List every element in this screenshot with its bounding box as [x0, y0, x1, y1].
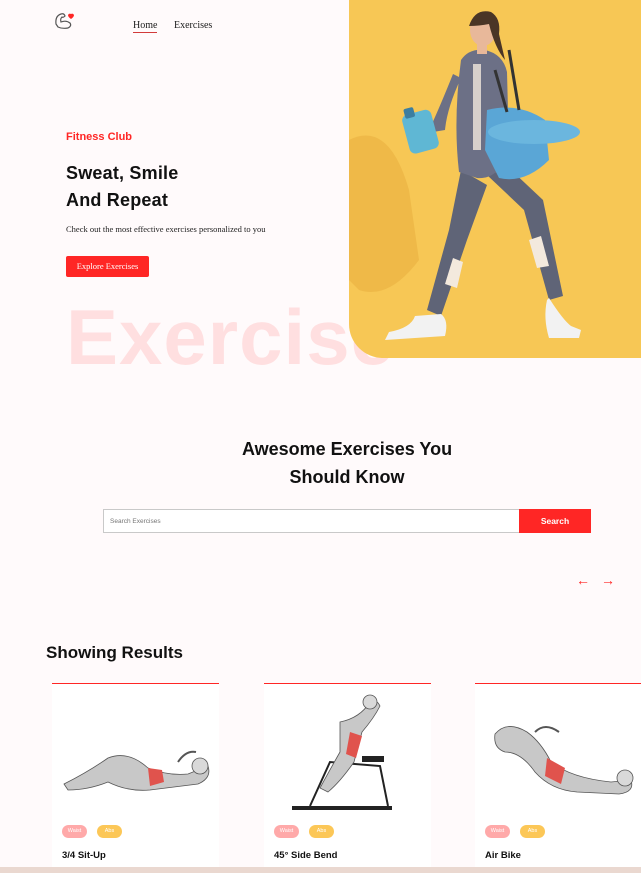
logo-icon[interactable] — [52, 10, 76, 32]
search-title-line2: Should Know — [289, 467, 405, 487]
exercise-card[interactable]: Waist Abs 3/4 Sit-Up — [52, 683, 219, 873]
tag-abs[interactable]: Abs — [309, 825, 334, 838]
arrow-right-icon[interactable]: → — [601, 573, 615, 587]
exercise-card[interactable]: Waist Abs 45° Side Bend — [264, 683, 431, 873]
hero-description: Check out the most effective exercises p… — [66, 224, 266, 234]
exercise-name: 3/4 Sit-Up — [62, 850, 106, 861]
tag-abs[interactable]: Abs — [97, 825, 122, 838]
exercise-name: 45° Side Bend — [274, 850, 338, 861]
search-title-line1: Awesome Exercises You — [241, 439, 453, 459]
search-input[interactable] — [103, 509, 520, 533]
woman-with-gym-bag-illustration — [349, 11, 581, 340]
hero-banner-image — [349, 0, 641, 358]
exercise-card[interactable]: Waist Abs Air Bike — [475, 683, 641, 873]
search-button[interactable]: Search — [519, 509, 591, 533]
nav-exercises-link[interactable]: Exercises — [174, 20, 212, 31]
tag-waist[interactable]: Waist — [485, 825, 510, 838]
bottom-scroll-bar — [0, 867, 641, 873]
hero-title-line2: And Repeat — [66, 190, 169, 210]
tag-waist[interactable]: Waist — [62, 825, 87, 838]
hero-title-line1: Sweat, Smile — [66, 163, 179, 183]
side-bend-illustration — [292, 694, 392, 810]
tag-waist[interactable]: Waist — [274, 825, 299, 838]
arrow-left-icon[interactable]: ← — [576, 573, 590, 587]
exercise-name: Air Bike — [485, 850, 521, 861]
tag-abs[interactable]: Abs — [520, 825, 545, 838]
hero-kicker: Fitness Club — [66, 131, 133, 143]
sit-up-illustration — [63, 750, 210, 791]
air-bike-illustration — [494, 726, 634, 795]
hero-watermark: Exercise — [66, 293, 395, 381]
search-section-title: Awesome Exercises You Should Know — [0, 435, 641, 491]
hero-title: Sweat, Smile And Repeat — [66, 160, 178, 214]
navbar: Home Exercises — [0, 0, 349, 50]
nav-home-link[interactable]: Home — [133, 20, 158, 33]
explore-exercises-button[interactable]: Explore Exercises — [66, 256, 149, 277]
results-title: Showing Results — [46, 643, 183, 662]
